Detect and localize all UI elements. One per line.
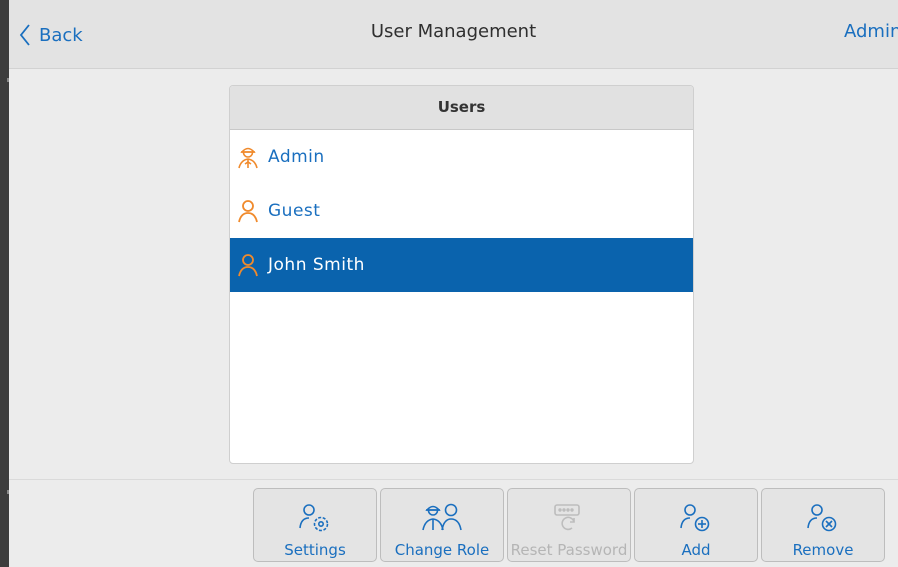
reset-password-button[interactable]: Reset Password <box>507 488 631 562</box>
current-user-button[interactable]: Admin <box>844 21 898 42</box>
user-row-john-smith[interactable]: John Smith <box>230 238 693 292</box>
edge-notch <box>7 490 9 494</box>
toolbar-divider <box>9 479 898 480</box>
users-list-heading: Users <box>230 86 693 130</box>
user-icon <box>236 252 260 278</box>
user-row-label: Guest <box>268 201 321 221</box>
user-row-label: John Smith <box>268 255 365 275</box>
user-row-guest[interactable]: Guest <box>230 184 693 238</box>
change-role-button[interactable]: Change Role <box>380 488 504 562</box>
change-role-icon <box>419 498 465 538</box>
users-list-panel: Users Admin Guest John Smith <box>229 85 694 464</box>
app-header: Back User Management Admin <box>9 0 898 69</box>
add-user-icon <box>679 498 713 538</box>
user-settings-icon <box>298 498 332 538</box>
user-row-admin[interactable]: Admin <box>230 130 693 184</box>
add-label: Add <box>681 541 711 559</box>
settings-label: Settings <box>284 541 346 559</box>
window-edge <box>0 0 9 567</box>
remove-user-icon <box>806 498 840 538</box>
remove-label: Remove <box>792 541 854 559</box>
change-role-label: Change Role <box>394 541 490 559</box>
user-icon <box>236 198 260 224</box>
page-title: User Management <box>370 21 537 42</box>
user-row-label: Admin <box>268 147 325 167</box>
admin-user-icon <box>236 144 260 170</box>
reset-password-label: Reset Password <box>510 541 628 559</box>
reset-password-icon <box>552 498 586 538</box>
action-toolbar: Settings Change Role Reset Password Add … <box>253 488 885 562</box>
edge-notch <box>7 78 9 82</box>
remove-user-button[interactable]: Remove <box>761 488 885 562</box>
settings-button[interactable]: Settings <box>253 488 377 562</box>
add-user-button[interactable]: Add <box>634 488 758 562</box>
